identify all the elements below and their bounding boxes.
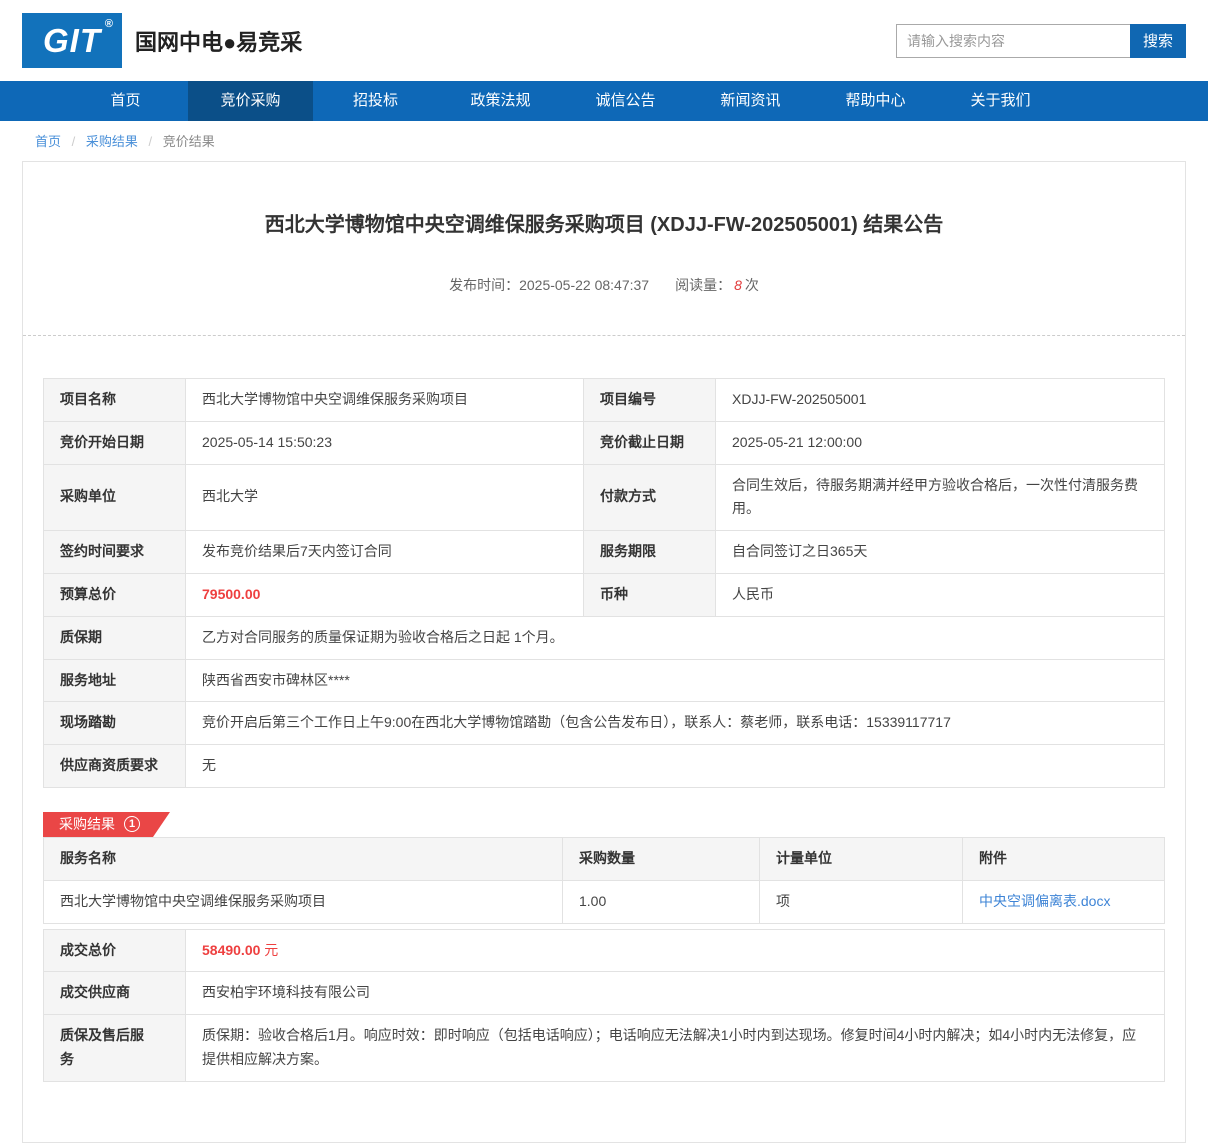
result-badge-label: 采购结果 xyxy=(59,814,115,834)
procurement-result-badge: 采购结果 1 xyxy=(43,812,170,837)
budget-total-value: 79500.00 xyxy=(186,573,584,616)
detail-label: 币种 xyxy=(584,573,716,616)
nav-item-news[interactable]: 新闻资讯 xyxy=(688,81,813,121)
search-input[interactable] xyxy=(896,24,1130,58)
nav-item-tenders[interactable]: 招投标 xyxy=(313,81,438,121)
git-logo[interactable]: GIT® xyxy=(22,13,122,68)
detail-value: 西北大学 xyxy=(186,464,584,531)
detail-value: 乙方对合同服务的质量保证期为验收合格后之日起 1个月。 xyxy=(186,616,1165,659)
detail-label: 项目编号 xyxy=(584,379,716,422)
detail-label: 供应商资质要求 xyxy=(44,745,186,788)
table-row: 竞价开始日期 2025-05-14 15:50:23 竞价截止日期 2025-0… xyxy=(44,421,1165,464)
search-button[interactable]: 搜索 xyxy=(1130,24,1186,58)
detail-value: 2025-05-14 15:50:23 xyxy=(186,421,584,464)
main-nav: 首页 竞价采购 招投标 政策法规 诚信公告 新闻资讯 帮助中心 关于我们 xyxy=(0,81,1208,121)
publish-time-value: 2025-05-22 08:47:37 xyxy=(519,277,649,293)
warranty-label: 质保及售后服务 xyxy=(44,1015,186,1082)
breadcrumb-home[interactable]: 首页 xyxy=(35,134,61,149)
detail-label: 服务地址 xyxy=(44,659,186,702)
table-row: 签约时间要求 发布竞价结果后7天内签订合同 服务期限 自合同签订之日365天 xyxy=(44,531,1165,574)
detail-label: 预算总价 xyxy=(44,573,186,616)
views-label: 阅读量： xyxy=(675,277,731,293)
detail-label: 签约时间要求 xyxy=(44,531,186,574)
column-header-service-name: 服务名称 xyxy=(44,837,563,880)
divider xyxy=(23,335,1185,336)
table-row: 供应商资质要求 无 xyxy=(44,745,1165,788)
table-row: 采购单位 西北大学 付款方式 合同生效后，待服务期满并经甲方验收合格后，一次性付… xyxy=(44,464,1165,531)
detail-label: 采购单位 xyxy=(44,464,186,531)
detail-label: 服务期限 xyxy=(584,531,716,574)
detail-value: 竞价开启后第三个工作日上午9:00在西北大学博物馆踏勘（包含公告发布日），联系人… xyxy=(186,702,1165,745)
page-title: 西北大学博物馆中央空调维保服务采购项目 (XDJJ-FW-202505001) … xyxy=(43,208,1165,237)
supplier-value: 西安柏宇环境科技有限公司 xyxy=(186,972,1165,1015)
supplier-label: 成交供应商 xyxy=(44,972,186,1015)
detail-label: 竞价截止日期 xyxy=(584,421,716,464)
detail-label: 质保期 xyxy=(44,616,186,659)
procurement-result-table: 服务名称 采购数量 计量单位 附件 西北大学博物馆中央空调维保服务采购项目 1.… xyxy=(43,837,1165,924)
quantity-cell: 1.00 xyxy=(563,880,760,923)
nav-item-about-us[interactable]: 关于我们 xyxy=(938,81,1063,121)
nav-item-help-center[interactable]: 帮助中心 xyxy=(813,81,938,121)
article-meta: 发布时间：2025-05-22 08:47:37 阅读量：8次 xyxy=(43,275,1165,295)
table-row: 成交总价 58490.00 元 xyxy=(44,929,1165,972)
breadcrumb-current: 竞价结果 xyxy=(163,134,215,149)
nav-item-integrity-notices[interactable]: 诚信公告 xyxy=(563,81,688,121)
registered-trademark-icon: ® xyxy=(105,18,114,30)
service-name-cell: 西北大学博物馆中央空调维保服务采购项目 xyxy=(44,880,563,923)
deal-summary-table: 成交总价 58490.00 元 成交供应商 西安柏宇环境科技有限公司 质保及售后… xyxy=(43,929,1165,1082)
site-title: 国网中电●易竞采 xyxy=(135,25,302,57)
deal-price-label: 成交总价 xyxy=(44,929,186,972)
table-row: 项目名称 西北大学博物馆中央空调维保服务采购项目 项目编号 XDJJ-FW-20… xyxy=(44,379,1165,422)
table-row: 质保及售后服务 质保期：验收合格后1月。响应时效：即时响应（包括电话响应）；电话… xyxy=(44,1015,1165,1082)
detail-label: 现场踏勘 xyxy=(44,702,186,745)
column-header-unit: 计量单位 xyxy=(760,837,963,880)
table-row: 现场踏勘 竞价开启后第三个工作日上午9:00在西北大学博物馆踏勘（包含公告发布日… xyxy=(44,702,1165,745)
detail-label: 付款方式 xyxy=(584,464,716,531)
result-count-badge: 1 xyxy=(124,816,140,832)
table-row: 质保期 乙方对合同服务的质量保证期为验收合格后之日起 1个月。 xyxy=(44,616,1165,659)
breadcrumb-separator: / xyxy=(72,134,76,149)
detail-value: 自合同签订之日365天 xyxy=(716,531,1165,574)
breadcrumb-procurement-results[interactable]: 采购结果 xyxy=(86,134,138,149)
attachment-link[interactable]: 中央空调偏离表.docx xyxy=(979,893,1110,909)
table-row: 成交供应商 西安柏宇环境科技有限公司 xyxy=(44,972,1165,1015)
nav-item-policies[interactable]: 政策法规 xyxy=(438,81,563,121)
detail-value: 西北大学博物馆中央空调维保服务采购项目 xyxy=(186,379,584,422)
detail-label: 项目名称 xyxy=(44,379,186,422)
table-row: 服务地址 陕西省西安市碑林区**** xyxy=(44,659,1165,702)
detail-value: 陕西省西安市碑林区**** xyxy=(186,659,1165,702)
publish-time-label: 发布时间： xyxy=(449,277,519,293)
search-box: 搜索 xyxy=(896,24,1186,58)
nav-item-home[interactable]: 首页 xyxy=(63,81,188,121)
column-header-quantity: 采购数量 xyxy=(563,837,760,880)
table-row: 西北大学博物馆中央空调维保服务采购项目 1.00 项 中央空调偏离表.docx xyxy=(44,880,1165,923)
warranty-value: 质保期：验收合格后1月。响应时效：即时响应（包括电话响应）；电话响应无法解决1小… xyxy=(186,1015,1165,1082)
project-details-table: 项目名称 西北大学博物馆中央空调维保服务采购项目 项目编号 XDJJ-FW-20… xyxy=(43,378,1165,788)
views-suffix: 次 xyxy=(745,277,759,293)
unit-cell: 项 xyxy=(760,880,963,923)
announcement-card: 西北大学博物馆中央空调维保服务采购项目 (XDJJ-FW-202505001) … xyxy=(22,161,1186,1143)
breadcrumb-separator: / xyxy=(149,134,153,149)
detail-value: 发布竞价结果后7天内签订合同 xyxy=(186,531,584,574)
detail-value: 2025-05-21 12:00:00 xyxy=(716,421,1165,464)
table-row: 预算总价 79500.00 币种 人民币 xyxy=(44,573,1165,616)
breadcrumb: 首页 / 采购结果 / 竞价结果 xyxy=(0,121,1208,159)
page-header: GIT® 国网中电●易竞采 搜索 xyxy=(0,0,1208,81)
detail-value: 合同生效后，待服务期满并经甲方验收合格后，一次性付清服务费用。 xyxy=(716,464,1165,531)
deal-price-value: 58490.00 元 xyxy=(186,929,1165,972)
table-header-row: 服务名称 采购数量 计量单位 附件 xyxy=(44,837,1165,880)
views-count: 8 xyxy=(734,277,742,293)
detail-value: 人民币 xyxy=(716,573,1165,616)
nav-item-bidding-procurement[interactable]: 竞价采购 xyxy=(188,81,313,121)
column-header-attachment: 附件 xyxy=(963,837,1165,880)
detail-label: 竞价开始日期 xyxy=(44,421,186,464)
logo-text: GIT® xyxy=(43,22,101,60)
detail-value: 无 xyxy=(186,745,1165,788)
detail-value: XDJJ-FW-202505001 xyxy=(716,379,1165,422)
